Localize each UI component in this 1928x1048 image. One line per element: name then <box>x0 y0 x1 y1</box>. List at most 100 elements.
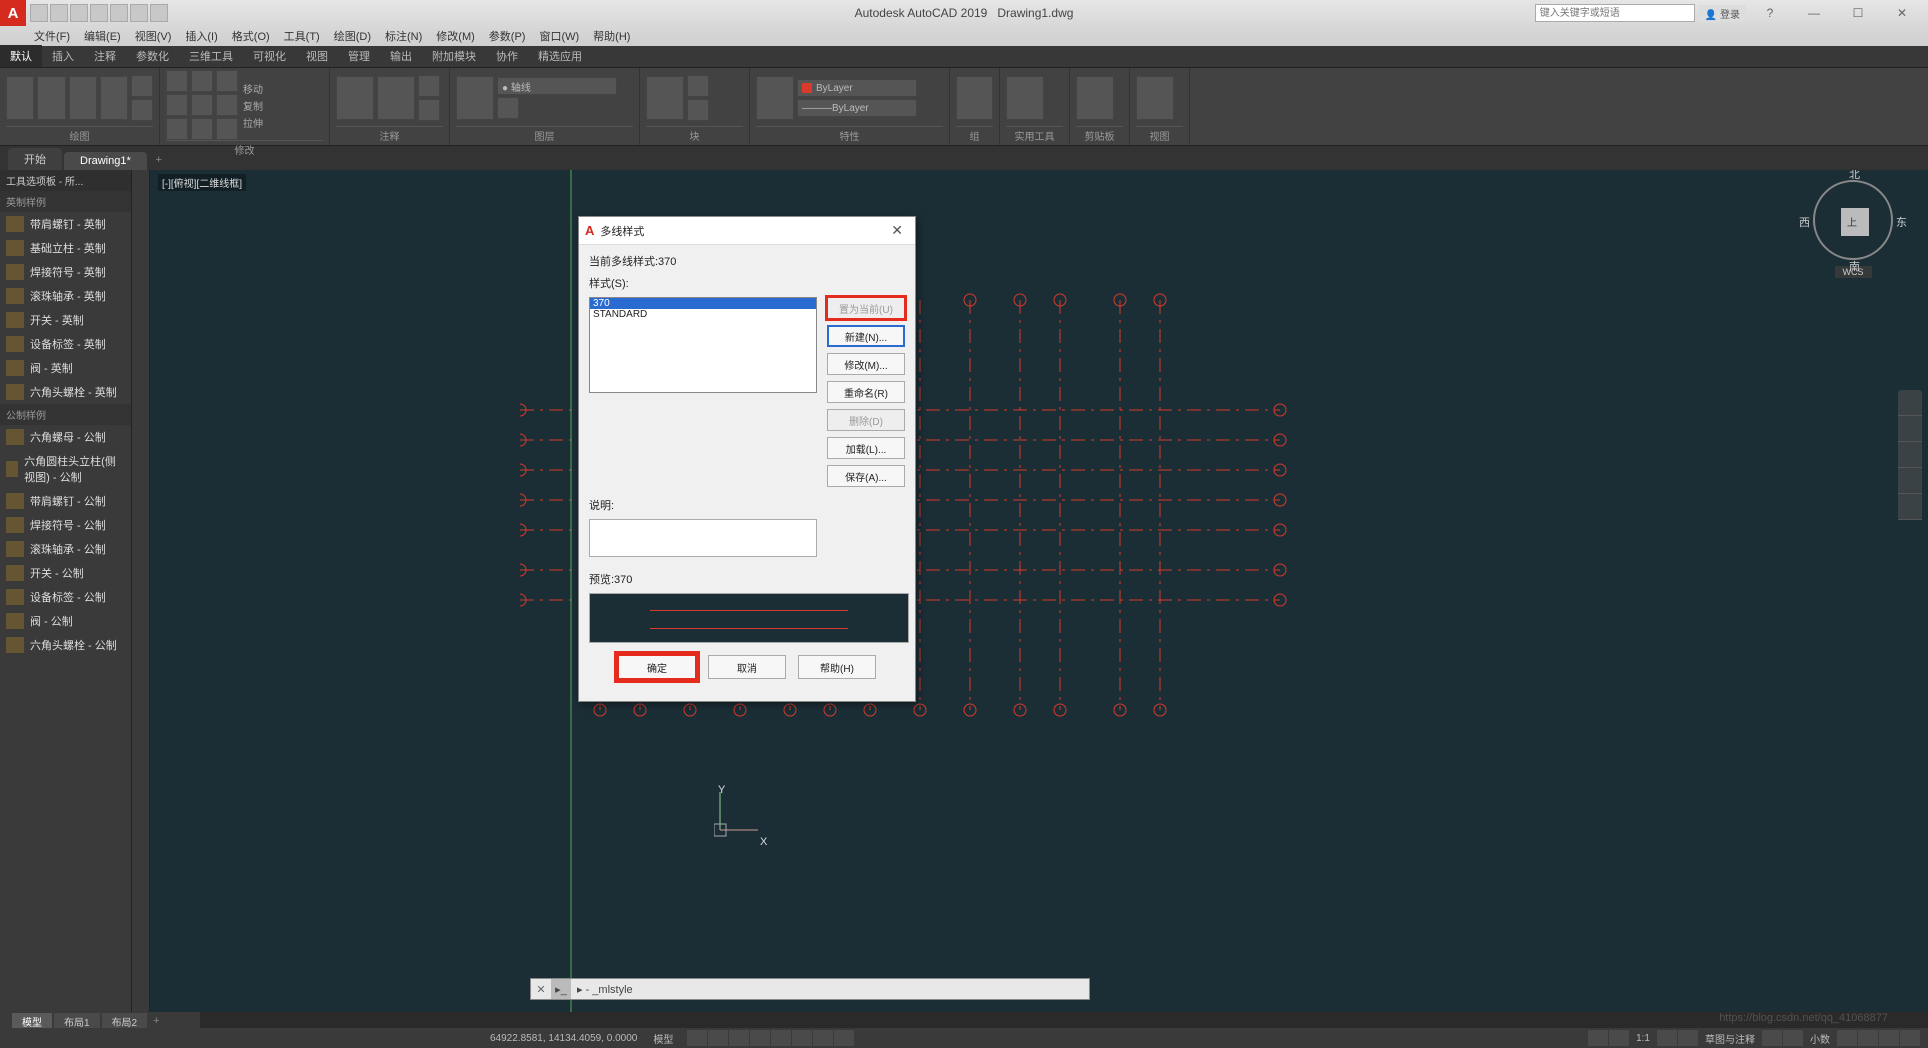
cmdline-input[interactable]: ▸ - _mlstyle <box>571 983 1089 996</box>
sb-icon[interactable] <box>1588 1030 1608 1046</box>
ribbon-tab-visualize[interactable]: 可视化 <box>243 45 296 67</box>
sb-icon[interactable] <box>1657 1030 1677 1046</box>
cmdline-close-icon[interactable]: ✕ <box>531 983 551 996</box>
style-list[interactable]: 370 STANDARD <box>589 297 817 393</box>
otrack-toggle-icon[interactable] <box>792 1030 812 1046</box>
palette-item[interactable]: 阀 - 公制 <box>0 609 131 633</box>
nav-wheel-icon[interactable] <box>1898 390 1922 416</box>
layer-tools-icon[interactable] <box>497 97 519 119</box>
menu-dimension[interactable]: 标注(N) <box>379 27 428 45</box>
close-button[interactable]: ✕ <box>1882 3 1922 23</box>
qat-new-icon[interactable] <box>30 4 48 22</box>
nav-zoom-icon[interactable] <box>1898 442 1922 468</box>
help-icon[interactable]: ? <box>1750 3 1790 23</box>
nav-pan-icon[interactable] <box>1898 416 1922 442</box>
style-item[interactable]: STANDARD <box>590 309 816 320</box>
snap-toggle-icon[interactable] <box>708 1030 728 1046</box>
delete-button[interactable]: 删除(D) <box>827 409 905 431</box>
filetab-start[interactable]: 开始 <box>8 148 62 170</box>
filetab-drawing1[interactable]: Drawing1* <box>64 152 147 170</box>
rename-button[interactable]: 重命名(R) <box>827 381 905 403</box>
layout-add-button[interactable]: + <box>149 1015 163 1027</box>
linetype-combo[interactable]: ——— ByLayer <box>797 99 917 117</box>
palette-item[interactable]: 六角头螺栓 - 公制 <box>0 633 131 657</box>
user-login[interactable]: 👤 登录 <box>1699 5 1746 22</box>
palette-item[interactable]: 六角头螺栓 - 英制 <box>0 380 131 404</box>
polar-toggle-icon[interactable] <box>750 1030 770 1046</box>
save-button[interactable]: 保存(A)... <box>827 465 905 487</box>
rotate-icon[interactable] <box>191 70 213 92</box>
ribbon-tab-output[interactable]: 输出 <box>380 45 422 67</box>
palette-item[interactable]: 六角圆柱头立柱(侧视图) - 公制 <box>0 449 131 489</box>
sb-icon[interactable] <box>1783 1030 1803 1046</box>
app-logo[interactable]: A <box>0 0 26 26</box>
ribbon-tab-view[interactable]: 视图 <box>296 45 338 67</box>
text-icon[interactable] <box>336 76 374 120</box>
viewcube-top[interactable]: 上 <box>1841 208 1869 236</box>
sb-icon[interactable] <box>1609 1030 1629 1046</box>
menu-draw[interactable]: 绘图(D) <box>328 27 377 45</box>
menu-parametric[interactable]: 参数(P) <box>483 27 532 45</box>
palette-item[interactable]: 滚珠轴承 - 英制 <box>0 284 131 308</box>
ribbon-tab-featured[interactable]: 精选应用 <box>528 45 592 67</box>
array-icon[interactable] <box>216 118 238 140</box>
qat-undo-icon[interactable] <box>130 4 148 22</box>
paste-icon[interactable] <box>1076 76 1114 120</box>
command-line[interactable]: ✕ ▸_ ▸ - _mlstyle <box>530 978 1090 1000</box>
load-button[interactable]: 加载(L)... <box>827 437 905 459</box>
palette-item[interactable]: 基础立柱 - 英制 <box>0 236 131 260</box>
ribbon-tab-parametric[interactable]: 参数化 <box>126 45 179 67</box>
layer-combo[interactable]: ● 轴线 <box>497 77 617 95</box>
qat-save-icon[interactable] <box>70 4 88 22</box>
filetab-add-button[interactable]: + <box>149 150 169 170</box>
palette-item[interactable]: 设备标签 - 公制 <box>0 585 131 609</box>
insert-block-icon[interactable] <box>646 76 684 120</box>
group-icon[interactable] <box>956 76 993 120</box>
cmdline-handle-icon[interactable]: ▸_ <box>551 979 571 999</box>
trim-icon[interactable] <box>216 70 238 92</box>
menu-window[interactable]: 窗口(W) <box>533 27 585 45</box>
line-icon[interactable] <box>6 76 34 120</box>
set-current-button[interactable]: 置为当前(U) <box>827 297 905 319</box>
statusbar-units[interactable]: 小数 <box>1804 1031 1836 1046</box>
description-box[interactable] <box>589 519 817 557</box>
palette-item[interactable]: 设备标签 - 英制 <box>0 332 131 356</box>
minimize-button[interactable]: — <box>1794 3 1834 23</box>
sb-icon[interactable] <box>1762 1030 1782 1046</box>
lineweight-toggle-icon[interactable] <box>813 1030 833 1046</box>
qat-open-icon[interactable] <box>50 4 68 22</box>
palette-item[interactable]: 六角螺母 - 公制 <box>0 425 131 449</box>
ribbon-tab-manage[interactable]: 管理 <box>338 45 380 67</box>
statusbar-scale[interactable]: 1:1 <box>1630 1033 1656 1044</box>
mirror-icon[interactable] <box>191 94 213 116</box>
sb-icon[interactable] <box>1837 1030 1857 1046</box>
menu-tools[interactable]: 工具(T) <box>278 27 326 45</box>
sb-icon[interactable] <box>1858 1030 1878 1046</box>
ribbon-tab-insert[interactable]: 插入 <box>42 45 84 67</box>
viewcube[interactable]: 上 北 南 东 西 WCS <box>1808 180 1898 290</box>
copy-icon[interactable] <box>166 94 188 116</box>
palette-item[interactable]: 滚珠轴承 - 公制 <box>0 537 131 561</box>
qat-redo-icon[interactable] <box>150 4 168 22</box>
menu-insert[interactable]: 插入(I) <box>179 27 223 45</box>
layout-tab-2[interactable]: 布局2 <box>102 1013 148 1030</box>
new-button[interactable]: 新建(N)... <box>827 325 905 347</box>
table-icon[interactable] <box>418 99 440 121</box>
palette-item[interactable]: 带肩螺钉 - 英制 <box>0 212 131 236</box>
ribbon-tab-addins[interactable]: 附加模块 <box>422 45 486 67</box>
rect-icon[interactable] <box>131 75 153 97</box>
ribbon-tab-collaborate[interactable]: 协作 <box>486 45 528 67</box>
menu-help[interactable]: 帮助(H) <box>587 27 636 45</box>
modify-button[interactable]: 修改(M)... <box>827 353 905 375</box>
statusbar-model[interactable]: 模型 <box>647 1031 679 1046</box>
move-icon[interactable] <box>166 70 188 92</box>
osnap-toggle-icon[interactable] <box>771 1030 791 1046</box>
dialog-titlebar[interactable]: A 多线样式 ✕ <box>579 217 915 245</box>
nav-orbit-icon[interactable] <box>1898 468 1922 494</box>
hatch-icon[interactable] <box>131 99 153 121</box>
qat-saveas-icon[interactable] <box>90 4 108 22</box>
dialog-close-button[interactable]: ✕ <box>885 222 909 239</box>
measure-icon[interactable] <box>1006 76 1044 120</box>
base-view-icon[interactable] <box>1136 76 1174 120</box>
cancel-button[interactable]: 取消 <box>708 655 786 679</box>
